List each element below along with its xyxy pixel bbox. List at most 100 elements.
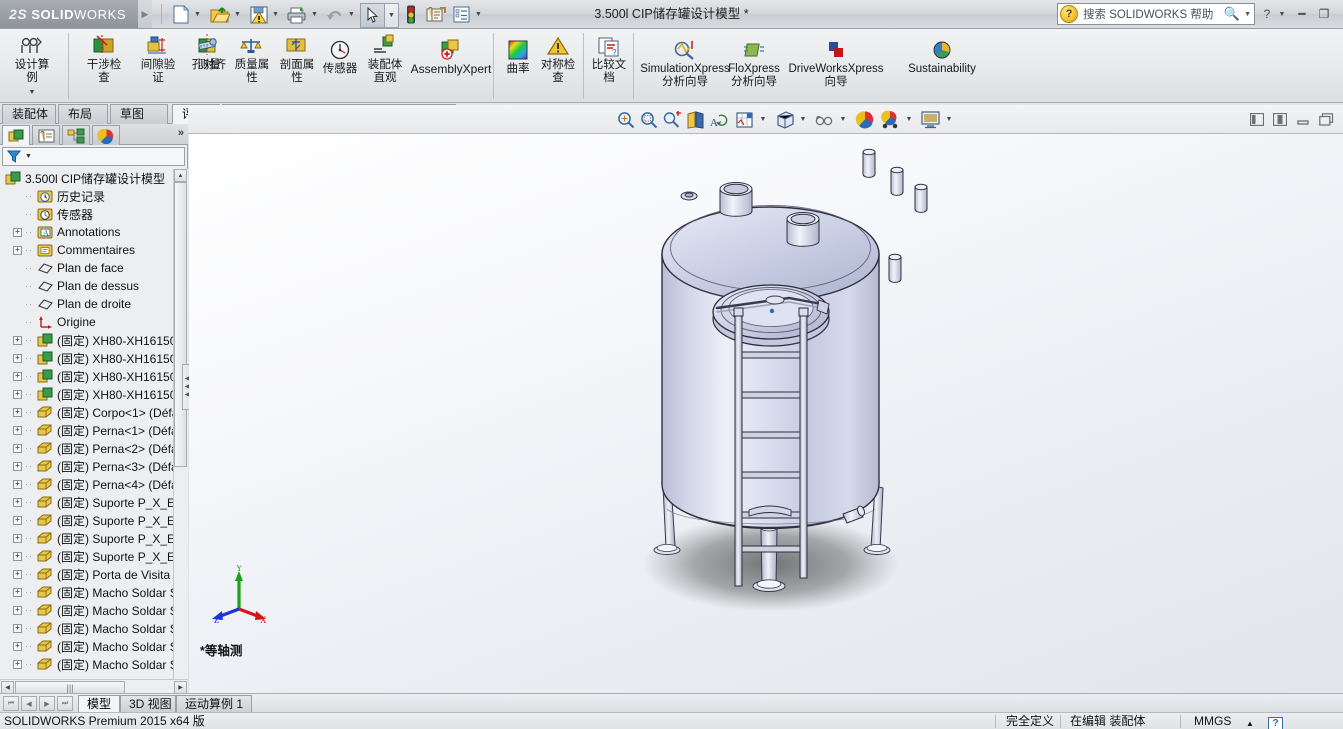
tree-expand-toggle[interactable]: + (13, 534, 22, 543)
tree-expand-toggle[interactable]: + (13, 444, 22, 453)
tree-expand-toggle[interactable]: + (13, 354, 22, 363)
ribbon-command-interference-detection[interactable]: 干涉检 查 (78, 31, 130, 85)
display-style-button[interactable] (773, 109, 797, 130)
ribbon-command-clearance-verification[interactable]: 间隙验 证 (132, 31, 184, 85)
tree-item[interactable]: +··Commentaires (0, 241, 188, 259)
feature-tree-filter-bar[interactable]: ▼ (2, 147, 185, 166)
display-pane-caret[interactable]: ▼ (944, 109, 954, 130)
customize-caret[interactable]: ▼ (473, 3, 484, 26)
ribbon-command-assembly-visualization[interactable]: 装配体 直观 (362, 31, 408, 85)
filter-caret-icon[interactable]: ▼ (25, 153, 32, 160)
ribbon-command-sustainability[interactable]: Sustainability (890, 35, 994, 76)
open-document-button[interactable] (208, 3, 232, 26)
tree-item[interactable]: +··(固定) Suporte P_X_E9 (0, 511, 188, 529)
view-settings-button[interactable] (878, 109, 902, 130)
hide-show-items-button[interactable] (812, 109, 836, 130)
doc-minimize-button[interactable] (1294, 109, 1312, 130)
minimize-button[interactable]: ━ (1293, 4, 1311, 24)
tree-item[interactable]: ··Plan de droite (0, 295, 188, 313)
ribbon-command-assembly-xpert[interactable]: AssemblyXpert (404, 35, 498, 76)
tree-item[interactable]: ··历史记录 (0, 187, 188, 205)
save-document-caret[interactable]: ▼ (270, 3, 281, 26)
tree-item[interactable]: ··传感器 (0, 205, 188, 223)
units-caret-icon[interactable]: ▲ (1246, 716, 1254, 729)
configuration-manager-tab[interactable] (62, 125, 90, 145)
rebuild-button[interactable] (402, 3, 420, 26)
ribbon-command-sensor[interactable]: 传感器 (318, 35, 362, 76)
chevron-down-icon[interactable]: ▼ (29, 86, 36, 99)
tree-item[interactable]: +··(固定) XH80-XH16150-I (0, 331, 188, 349)
scroll-up-button[interactable]: ▲ (174, 169, 187, 182)
units-label[interactable]: MMGS (1194, 714, 1231, 729)
previous-view-button[interactable] (661, 109, 683, 130)
menu-expand-arrow[interactable]: ▶ (138, 0, 152, 28)
vscroll-thumb[interactable] (174, 182, 187, 467)
tree-item[interactable]: +··(固定) Suporte P_X_E9 (0, 547, 188, 565)
next-tab-button[interactable]: ▶ (39, 696, 55, 711)
help-search-caret[interactable]: ▼ (1244, 11, 1251, 18)
tree-expand-toggle[interactable]: + (13, 588, 22, 597)
tree-item[interactable]: ··Plan de face (0, 259, 188, 277)
view-orientation-button[interactable]: A (707, 109, 729, 130)
view-settings-caret[interactable]: ▼ (904, 109, 914, 130)
section-view-button[interactable] (684, 109, 706, 130)
tree-item[interactable]: +··(固定) Perna<2> (Défa (0, 439, 188, 457)
tree-expand-toggle[interactable]: + (13, 408, 22, 417)
tree-expand-toggle[interactable]: + (13, 552, 22, 561)
tree-expand-toggle[interactable]: + (13, 426, 22, 435)
tree-expand-toggle[interactable]: + (13, 606, 22, 615)
bottom-tab-model[interactable]: 模型 (78, 695, 120, 712)
save-document-button[interactable] (248, 3, 270, 26)
tree-item[interactable]: +··(固定) Perna<3> (Défa (0, 457, 188, 475)
manager-tabs-more-button[interactable]: » (178, 127, 184, 139)
tab-assembly[interactable]: 装配体 (2, 104, 56, 124)
property-manager-tab[interactable] (32, 125, 60, 145)
tree-item[interactable]: +··(固定) XH80-XH16150-I (0, 349, 188, 367)
help-search-box[interactable]: ? 搜索 SOLIDWORKS 帮助 🔍 ▼ (1057, 3, 1255, 25)
ribbon-command-simulationxpress[interactable]: SimulationXpress 分析向导 (636, 35, 734, 89)
doc-restore-button[interactable] (1317, 109, 1335, 130)
tree-item[interactable]: +··(固定) Suporte P_X_E9 (0, 529, 188, 547)
select-tool-caret[interactable]: ▼ (384, 3, 399, 28)
help-button[interactable]: ? (1259, 4, 1275, 24)
graphics-viewport[interactable]: Y Z X *等轴测 (189, 134, 1343, 695)
bottom-tab-3d-views[interactable]: 3D 视图 (120, 695, 176, 712)
print-document-button[interactable] (285, 3, 309, 26)
help-badge-icon[interactable]: ? (1268, 715, 1283, 729)
undo-caret[interactable]: ▼ (346, 3, 357, 26)
zoom-to-fit-button[interactable] (615, 109, 637, 130)
tree-item[interactable]: +··(固定) Macho Soldar SI (0, 619, 188, 637)
ribbon-command-mass-properties[interactable]: 质量属 性 (228, 31, 276, 85)
tree-expand-toggle[interactable]: + (13, 516, 22, 525)
hide-show-items-caret[interactable]: ▼ (838, 109, 848, 130)
options-button[interactable] (424, 3, 448, 26)
split-horizontal-button[interactable] (1271, 109, 1289, 130)
split-vertical-button[interactable] (1248, 109, 1266, 130)
tree-item[interactable]: +··(固定) XH80-XH16150-I (0, 367, 188, 385)
feature-manager-tab[interactable] (2, 125, 30, 145)
tab-layout[interactable]: 布局 (58, 104, 108, 124)
ribbon-command-section-properties[interactable]: 剖面属 性 (274, 31, 320, 85)
tree-item[interactable]: ··Origine (0, 313, 188, 331)
first-tab-button[interactable]: ⏮ (3, 696, 19, 711)
tree-expand-toggle[interactable]: + (13, 498, 22, 507)
new-document-button[interactable] (170, 3, 192, 26)
feature-tree-vscrollbar[interactable]: ▲ ▼ (173, 169, 187, 729)
undo-button[interactable] (324, 3, 346, 26)
apply-scene-button[interactable] (853, 109, 877, 130)
tree-expand-toggle[interactable]: + (13, 624, 22, 633)
bottom-tab-motion-study[interactable]: 运动算例 1 (176, 695, 252, 712)
ribbon-command-curvature[interactable]: 曲率 (498, 35, 538, 76)
tree-item[interactable]: +··(固定) Macho Soldar SI (0, 655, 188, 673)
tree-expand-toggle[interactable]: + (13, 570, 22, 579)
restore-button[interactable]: ❐ (1315, 4, 1333, 24)
tree-root-item[interactable]: 3.500l CIP储存罐设计模型 (0, 169, 188, 187)
zoom-to-area-button[interactable] (638, 109, 660, 130)
display-manager-tab[interactable] (92, 125, 120, 145)
tree-expand-toggle[interactable]: + (13, 372, 22, 381)
tree-expand-toggle[interactable]: + (13, 642, 22, 651)
help-search-input[interactable]: 搜索 SOLIDWORKS 帮助 (1083, 6, 1213, 22)
print-document-caret[interactable]: ▼ (309, 3, 320, 26)
ribbon-command-compare-documents[interactable]: ? 比较文 档 (588, 31, 630, 85)
ribbon-command-design-study[interactable]: 设计算 例 ▼ (4, 31, 60, 99)
